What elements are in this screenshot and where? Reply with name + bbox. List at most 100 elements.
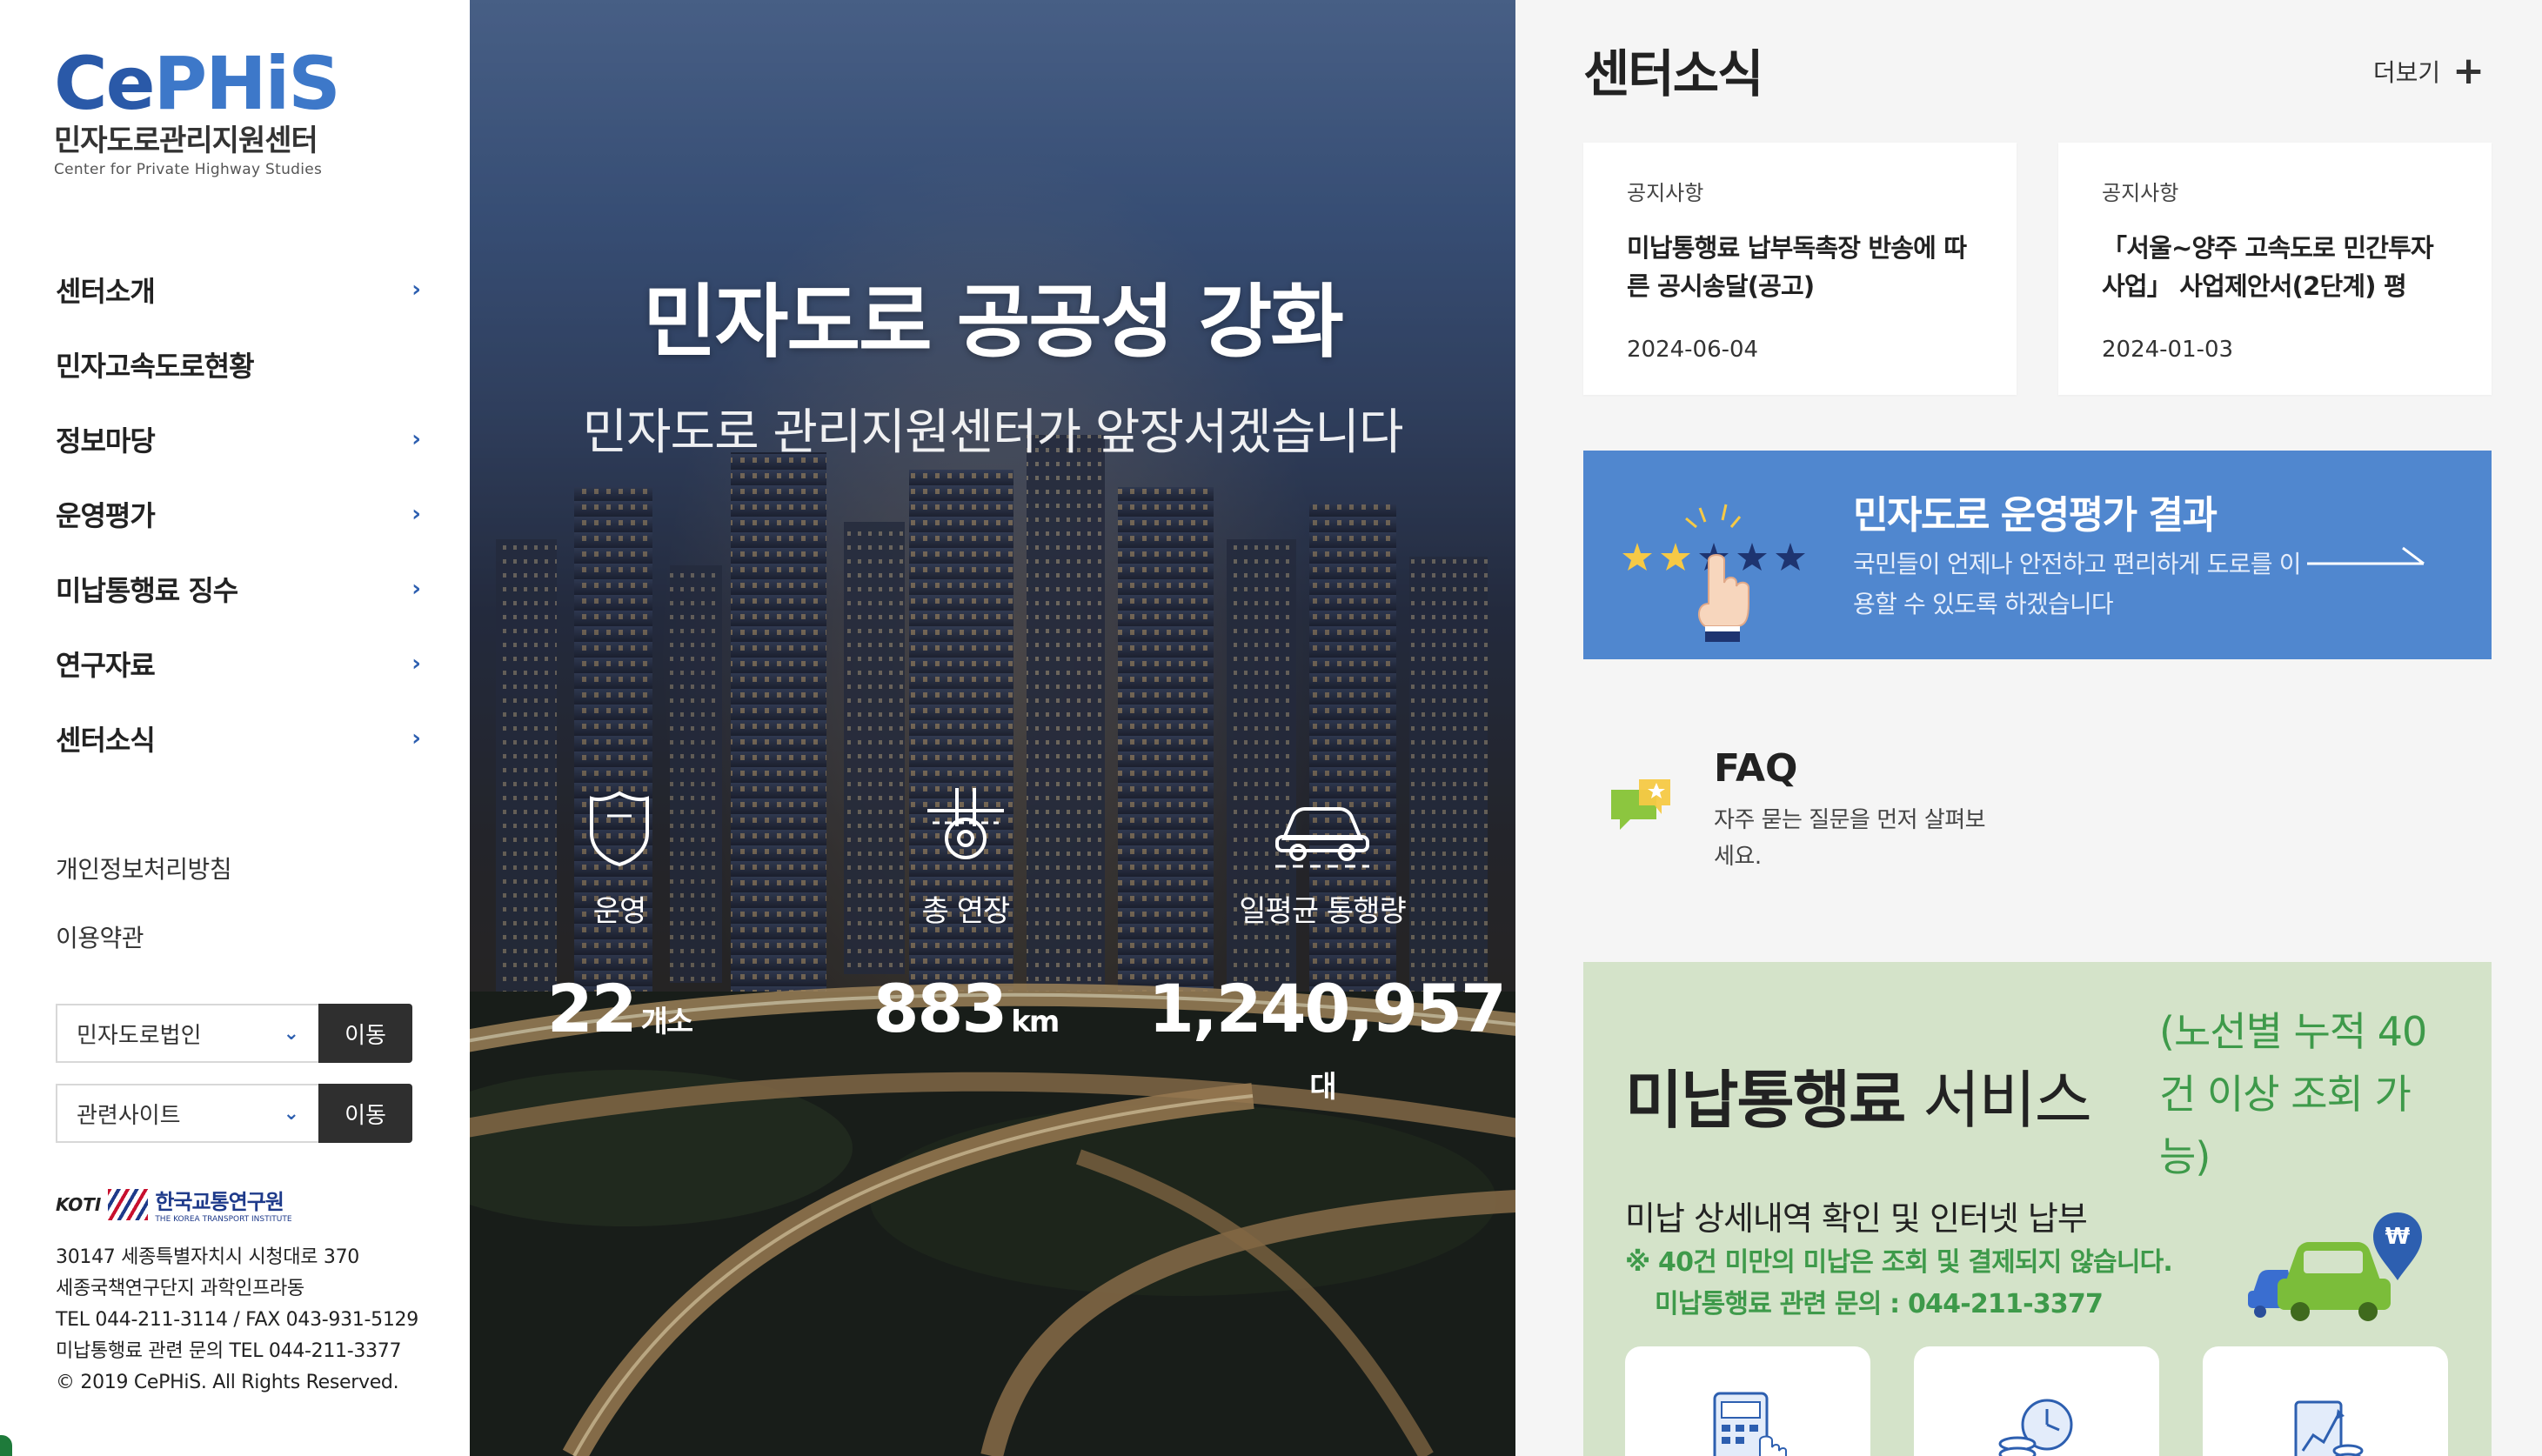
- copyright: © 2019 CePHiS. All Rights Reserved.: [56, 1372, 399, 1393]
- chevron-right-icon: ›: [411, 725, 421, 751]
- stat-value: 1,240,957 대: [1148, 970, 1507, 1105]
- service-card-coins[interactable]: [1914, 1346, 2159, 1456]
- service-card-calculator[interactable]: [1625, 1346, 1870, 1456]
- faq-link[interactable]: FAQ 자주 묻는 질문을 먼저 살펴보세요.: [1583, 722, 2018, 870]
- news-date: 2024-01-03: [2102, 337, 2234, 363]
- site-logo[interactable]: CePHiS 민자도로관리지원센터 Center for Private Hig…: [54, 41, 341, 178]
- arrow-right-icon: [2307, 546, 2425, 565]
- car-icon: [1148, 781, 1496, 868]
- stat-operation: 운영 22 개소: [532, 781, 706, 1047]
- stat-value: 883 km: [873, 970, 1060, 1047]
- select-value: 관련사이트: [77, 1102, 181, 1129]
- address-block: 30147 세종특별자치시 시청대로 370 세종국책연구단지 과학인프라동 T…: [56, 1242, 418, 1399]
- news-category: 공지사항: [2102, 181, 2179, 205]
- car-payment-icon: ₩: [2248, 1212, 2422, 1321]
- related-sites-select-row: 관련사이트 ⌄ 이동: [56, 1084, 412, 1143]
- inquiry-line: 미납통행료 관련 문의 TEL 044-211-3377: [56, 1340, 402, 1362]
- nav-item-news[interactable]: 센터소식 ›: [56, 701, 421, 776]
- plus-icon: +: [2452, 49, 2485, 93]
- koti-stripes-icon: [108, 1188, 149, 1220]
- stat-label: 일평균 통행량: [1239, 894, 1407, 929]
- warning-line: ※ 40건 미만의 미납은 조회 및 결제되지 않습니다.: [1625, 1247, 2173, 1278]
- unpaid-subtitle: 미납 상세내역 확인 및 인터넷 납부: [1625, 1199, 2088, 1238]
- inquiry-line: 미납통행료 관련 문의 : 044-211-3377: [1655, 1289, 2104, 1319]
- stat-label: 총 연장: [921, 894, 1011, 929]
- logo-english-name: Center for Private Highway Studies: [54, 161, 323, 178]
- rating-stars-icon: [1622, 504, 1805, 642]
- news-heading: 센터소식: [1583, 44, 1763, 104]
- nav-item-center-intro[interactable]: 센터소개 ›: [56, 252, 421, 327]
- stat-daily-traffic: 일평균 통행량 1,240,957 대: [1148, 781, 1507, 1105]
- calculator-icon: [1713, 1392, 1787, 1456]
- nav-item-label: 센터소개: [56, 275, 156, 308]
- service-card-document[interactable]: [2203, 1346, 2448, 1456]
- koti-logo[interactable]: KOTI 한국교통연구원 THE KOREA TRANSPORT INSTITU…: [56, 1185, 292, 1224]
- document-chart-icon: [2294, 1400, 2364, 1456]
- unpaid-note: (노선별 누적 40건 이상 조회 가능): [2159, 1008, 2427, 1180]
- news-category: 공지사항: [1627, 181, 1704, 205]
- select-value: 민자도로법인: [77, 1022, 202, 1049]
- sidebar: CePHiS 민자도로관리지원센터 Center for Private Hig…: [0, 0, 470, 1456]
- nav-item-research[interactable]: 연구자료 ›: [56, 626, 421, 701]
- go-button[interactable]: 이동: [318, 1004, 412, 1063]
- nav-item-unpaid-toll[interactable]: 미납통행료 징수 ›: [56, 551, 421, 626]
- hero-title: 민자도로 공공성 강화: [643, 276, 1344, 369]
- koti-korean-name: 한국교통연구원: [155, 1190, 284, 1214]
- stat-total-length: 총 연장 883 km: [857, 781, 1074, 1047]
- privacy-policy-link[interactable]: 개인정보처리방침: [56, 851, 232, 919]
- nav-item-label: 연구자료: [56, 649, 156, 682]
- go-button[interactable]: 이동: [318, 1084, 412, 1143]
- address-line: 30147 세종특별자치시 시청대로 370: [56, 1246, 359, 1268]
- shield-icon: [532, 781, 706, 868]
- nav-item-label: 정보마당: [56, 424, 156, 458]
- chevron-right-icon: ›: [411, 277, 421, 303]
- private-road-corp-select[interactable]: 민자도로법인 ⌄: [56, 1004, 318, 1063]
- nav-item-evaluation[interactable]: 운영평가 ›: [56, 477, 421, 551]
- svg-text:₩: ₩: [2385, 1224, 2411, 1250]
- unpaid-warning: ※ 40건 미만의 미납은 조회 및 결제되지 않습니다. 미납통행료 관련 문…: [1625, 1242, 2173, 1326]
- nav-item-label: 센터소식: [56, 724, 156, 757]
- right-panel: 센터소식 더보기 + 공지사항 미납통행료 납부독촉장 반송에 따른 공시송달(…: [1515, 0, 2542, 1456]
- evaluation-title: 민자도로 운영평가 결과: [1853, 493, 2218, 538]
- faq-title: FAQ: [1714, 746, 1798, 791]
- private-road-corp-select-row: 민자도로법인 ⌄ 이동: [56, 1004, 412, 1063]
- logo-korean-name: 민자도로관리지원센터: [54, 124, 318, 158]
- news-title: 「서울~양주 고속도로 민간투자사업」 사업제안서(2단계) 평가...: [2102, 233, 2434, 301]
- nav-item-highway-status[interactable]: 민자고속도로현황: [56, 327, 421, 402]
- chevron-right-icon: ›: [411, 651, 421, 677]
- evaluation-desc: 국민들이 언제나 안전하고 편리하게 도로를 이용할 수 있도록 하겠습니다: [1853, 550, 2302, 618]
- road-interchange-icon: [857, 781, 1074, 868]
- logo-mark: CePHiS: [54, 41, 341, 126]
- chevron-right-icon: ›: [411, 501, 421, 527]
- koti-english-name: THE KOREA TRANSPORT INSTITUTE: [155, 1215, 292, 1224]
- news-date: 2024-06-04: [1627, 337, 1759, 363]
- chevron-down-icon: ⌄: [283, 1022, 299, 1045]
- main-nav: 센터소개 › 민자고속도로현황 정보마당 › 운영평가 › 미납통행료 징수 ›…: [56, 252, 421, 776]
- news-card[interactable]: 공지사항 미납통행료 납부독촉장 반송에 따른 공시송달(공고) 2024-06…: [1583, 143, 2017, 395]
- unpaid-toll-service: 미납통행료 서비스 (노선별 누적 40건 이상 조회 가능) 미납 상세내역 …: [1583, 962, 2492, 1456]
- chevron-right-icon: ›: [411, 576, 421, 602]
- more-button[interactable]: 더보기 +: [2373, 49, 2485, 93]
- stat-unit: km: [1011, 1005, 1060, 1039]
- stat-value: 22 개소: [546, 970, 694, 1047]
- unpaid-title: 미납통행료 서비스: [1625, 1064, 2092, 1137]
- coins-clock-icon: [1998, 1399, 2073, 1456]
- news-title: 미납통행료 납부독촉장 반송에 따른 공시송달(공고): [1627, 233, 1967, 301]
- city-night-background: [470, 0, 1515, 1456]
- hero-subtitle: 민자도로 관리지원센터가 앞장서겠습니다: [582, 404, 1404, 461]
- nav-item-info[interactable]: 정보마당 ›: [56, 402, 421, 477]
- koti-mark: KOTI: [56, 1193, 102, 1215]
- nav-item-label: 민자고속도로현황: [56, 350, 255, 383]
- terms-link[interactable]: 이용약관: [56, 919, 231, 988]
- stat-unit: 대: [1309, 1070, 1336, 1105]
- faq-desc: 자주 묻는 질문을 먼저 살펴보세요.: [1714, 807, 1986, 870]
- stat-label: 운영: [592, 894, 647, 929]
- related-sites-select[interactable]: 관련사이트 ⌄: [56, 1084, 318, 1143]
- speech-bubble-icon: [1611, 779, 1670, 830]
- news-card[interactable]: 공지사항 「서울~양주 고속도로 민간투자사업」 사업제안서(2단계) 평가..…: [2058, 143, 2492, 395]
- phone-line: TEL 044-211-3114 / FAX 043-931-5129: [56, 1309, 418, 1331]
- nav-item-label: 운영평가: [56, 499, 156, 532]
- stat-unit: 개소: [640, 1005, 694, 1039]
- hero-banner: 민자도로 공공성 강화 민자도로 관리지원센터가 앞장서겠습니다 운영 22 개소…: [470, 0, 1515, 1456]
- evaluation-result-banner[interactable]: 민자도로 운영평가 결과 국민들이 언제나 안전하고 편리하게 도로를 이용할 …: [1583, 451, 2492, 659]
